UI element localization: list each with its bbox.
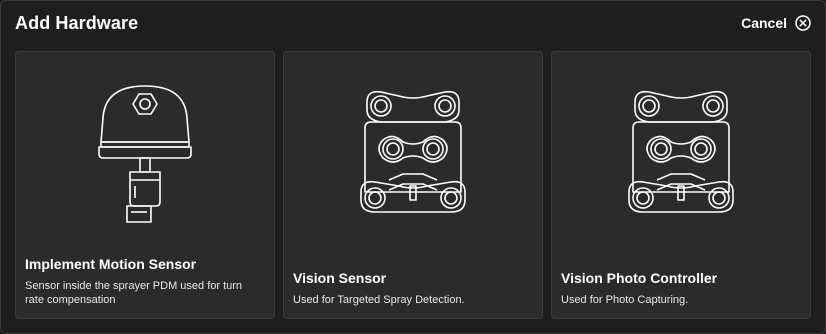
cancel-label: Cancel (741, 15, 787, 31)
card-text: Vision Photo Controller Used for Photo C… (561, 270, 798, 307)
card-title: Vision Sensor (293, 270, 387, 286)
card-title: Implement Motion Sensor (25, 256, 197, 272)
card-description: Used for Photo Capturing. (561, 294, 689, 306)
card-illustration (284, 80, 542, 230)
close-circle-icon (795, 15, 811, 31)
add-hardware-dialog: Add Hardware Cancel Implement Motion Sen… (0, 0, 826, 334)
vision-bracket-icon (628, 90, 734, 213)
cancel-button[interactable]: Cancel (741, 15, 811, 31)
card-text: Implement Motion Sensor Sensor inside th… (25, 256, 262, 307)
card-description: Sensor inside the sprayer PDM used for t… (25, 280, 243, 306)
hardware-card-implement-motion-sensor[interactable]: Implement Motion Sensor Sensor inside th… (15, 51, 275, 319)
hardware-card-vision-sensor[interactable]: Vision Sensor Used for Targeted Spray De… (283, 51, 543, 319)
hardware-card-vision-photo-controller[interactable]: Vision Photo Controller Used for Photo C… (551, 51, 811, 319)
card-illustration (552, 80, 810, 230)
card-text: Vision Sensor Used for Targeted Spray De… (293, 270, 530, 307)
vision-bracket-icon (360, 90, 466, 213)
hardware-card-list: Implement Motion Sensor Sensor inside th… (15, 51, 811, 319)
card-title: Vision Photo Controller (561, 270, 718, 286)
dialog-header: Add Hardware Cancel (1, 1, 825, 49)
dialog-title: Add Hardware (15, 13, 139, 33)
card-illustration (16, 80, 274, 230)
motion-sensor-icon (98, 85, 192, 223)
card-description: Used for Targeted Spray Detection. (293, 294, 465, 306)
